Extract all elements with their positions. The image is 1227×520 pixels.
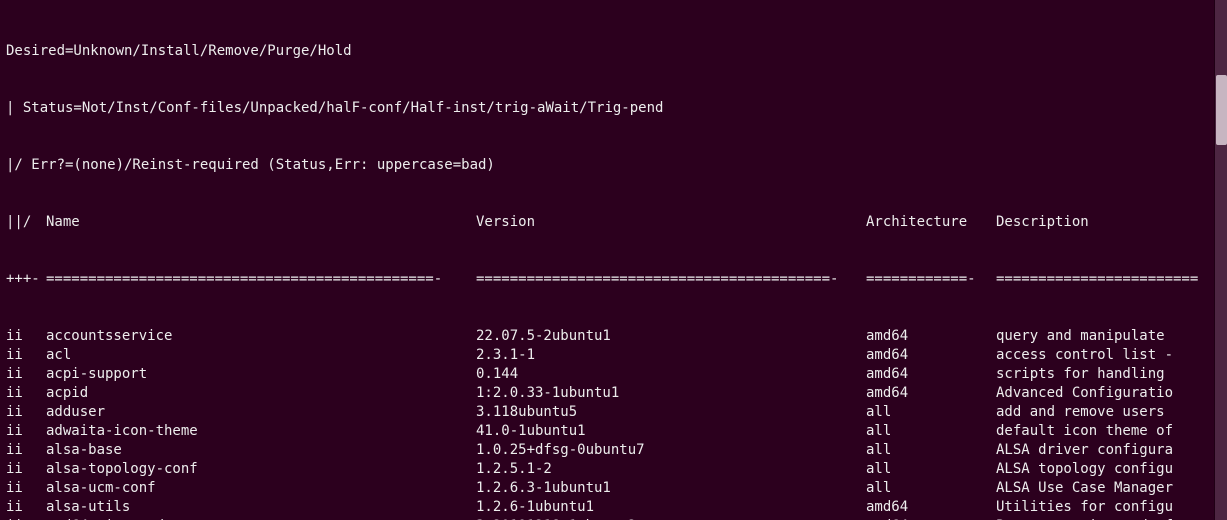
pkg-arch: all — [866, 422, 996, 441]
pkg-version: 22.07.5-2ubuntu1 — [476, 327, 866, 346]
pkg-desc: add and remove users — [996, 403, 1209, 422]
pkg-status: ii — [6, 327, 46, 346]
pkg-version: 1.0.25+dfsg-0ubuntu7 — [476, 441, 866, 460]
terminal-output[interactable]: Desired=Unknown/Install/Remove/Purge/Hol… — [0, 0, 1227, 520]
pkg-desc: default icon theme of — [996, 422, 1209, 441]
pkg-name: alsa-topology-conf — [46, 460, 476, 479]
package-row: iialsa-topology-conf1.2.5.1-2allALSA top… — [6, 460, 1223, 479]
pkg-arch: amd64 — [866, 365, 996, 384]
package-row: iiacpid1:2.0.33-1ubuntu1amd64Advanced Co… — [6, 384, 1223, 403]
pkg-desc: access control list - — [996, 346, 1209, 365]
col-desc: Description — [996, 213, 1223, 232]
pkg-version: 3.118ubuntu5 — [476, 403, 866, 422]
pkg-name: adduser — [46, 403, 476, 422]
package-row: iiadduser3.118ubuntu5alladd and remove u… — [6, 403, 1223, 422]
pkg-name: alsa-utils — [46, 498, 476, 517]
dpkg-header-line-3: |/ Err?=(none)/Reinst-required (Status,E… — [6, 156, 1223, 175]
pkg-version: 1:2.0.33-1ubuntu1 — [476, 384, 866, 403]
pkg-name: acpi-support — [46, 365, 476, 384]
pkg-version: 2.3.1-1 — [476, 346, 866, 365]
pkg-status: ii — [6, 460, 46, 479]
col-version: Version — [476, 213, 866, 232]
package-row: iiadwaita-icon-theme41.0-1ubuntu1alldefa… — [6, 422, 1223, 441]
pkg-arch: all — [866, 479, 996, 498]
pkg-status: ii — [6, 346, 46, 365]
pkg-name: alsa-base — [46, 441, 476, 460]
pkg-status: ii — [6, 498, 46, 517]
package-row: iiacpi-support0.144amd64scripts for hand… — [6, 365, 1223, 384]
pkg-status: ii — [6, 403, 46, 422]
pkg-desc: Utilities for configu — [996, 498, 1209, 517]
pkg-name: accountsservice — [46, 327, 476, 346]
pkg-version: 0.144 — [476, 365, 866, 384]
pkg-desc: ALSA driver configura — [996, 441, 1209, 460]
pkg-name: acpid — [46, 384, 476, 403]
col-arch: Architecture — [866, 213, 996, 232]
pkg-name: acl — [46, 346, 476, 365]
pkg-status: ii — [6, 479, 46, 498]
dpkg-column-headers: ||/ Name Version Architecture Descriptio… — [6, 213, 1223, 232]
pkg-arch: amd64 — [866, 384, 996, 403]
pkg-status: ii — [6, 422, 46, 441]
scrollbar-thumb[interactable] — [1216, 75, 1227, 145]
pkg-desc: ALSA Use Case Manager — [996, 479, 1209, 498]
col-name: Name — [46, 213, 476, 232]
pkg-arch: all — [866, 441, 996, 460]
pkg-version: 41.0-1ubuntu1 — [476, 422, 866, 441]
col-status: ||/ — [6, 213, 46, 232]
pkg-desc: scripts for handling — [996, 365, 1209, 384]
vertical-scrollbar[interactable] — [1214, 0, 1227, 520]
package-row: iiacl2.3.1-1amd64access control list -> — [6, 346, 1223, 365]
package-row: iialsa-base1.0.25+dfsg-0ubuntu7allALSA d… — [6, 441, 1223, 460]
pkg-version: 1.2.5.1-2 — [476, 460, 866, 479]
pkg-arch: all — [866, 460, 996, 479]
pkg-desc: ALSA topology configu — [996, 460, 1209, 479]
pkg-desc: Advanced Configuratio — [996, 384, 1209, 403]
package-row: iialsa-utils1.2.6-1ubuntu1amd64Utilities… — [6, 498, 1223, 517]
package-row: iialsa-ucm-conf1.2.6.3-1ubuntu1allALSA U… — [6, 479, 1223, 498]
pkg-arch: amd64 — [866, 346, 996, 365]
pkg-arch: amd64 — [866, 498, 996, 517]
pkg-version: 1.2.6-1ubuntu1 — [476, 498, 866, 517]
dpkg-header-line-2: | Status=Not/Inst/Conf-files/Unpacked/ha… — [6, 99, 1223, 118]
pkg-name: alsa-ucm-conf — [46, 479, 476, 498]
pkg-arch: amd64 — [866, 327, 996, 346]
pkg-version: 1.2.6.3-1ubuntu1 — [476, 479, 866, 498]
pkg-desc: query and manipulate — [996, 327, 1209, 346]
dpkg-separator: +++- ===================================… — [6, 270, 1223, 289]
pkg-name: adwaita-icon-theme — [46, 422, 476, 441]
dpkg-header-line-1: Desired=Unknown/Install/Remove/Purge/Hol… — [6, 42, 1223, 61]
pkg-status: ii — [6, 384, 46, 403]
package-row: iiaccountsservice22.07.5-2ubuntu1amd64qu… — [6, 327, 1223, 346]
pkg-arch: all — [866, 403, 996, 422]
pkg-status: ii — [6, 441, 46, 460]
pkg-status: ii — [6, 365, 46, 384]
